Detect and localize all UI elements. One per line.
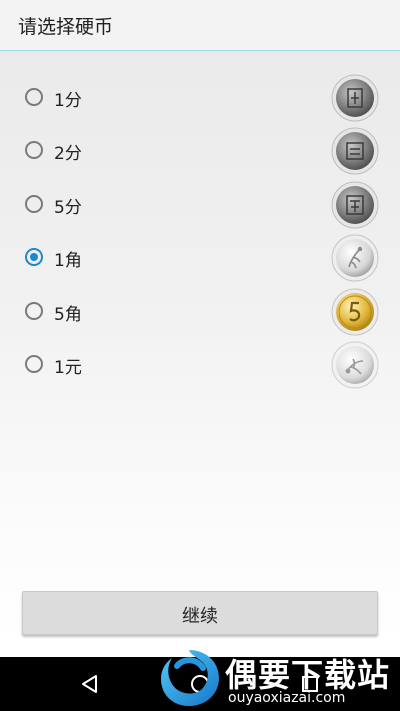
option-label: 2分	[54, 144, 82, 164]
coin-option-2fen[interactable]: 2分	[0, 124, 400, 178]
radio-button[interactable]	[25, 355, 43, 373]
option-label: 1角	[54, 251, 82, 271]
coin-option-1jiao[interactable]: 1角	[0, 231, 400, 285]
coin-option-5fen[interactable]: 5分	[0, 178, 400, 232]
app-header: 请选择硬币	[0, 0, 400, 50]
radio-button-checked[interactable]	[25, 248, 43, 266]
coin-5jiao-icon	[331, 288, 379, 336]
coin-2fen-icon	[331, 127, 379, 175]
coin-1fen-icon	[331, 74, 379, 122]
option-label: 5分	[54, 198, 82, 218]
radio-button[interactable]	[25, 195, 43, 213]
coin-1jiao-icon	[331, 234, 379, 282]
coin-option-1fen[interactable]: 1分	[0, 71, 400, 125]
option-label: 1分	[54, 91, 82, 111]
radio-button[interactable]	[25, 88, 43, 106]
option-label: 5角	[54, 305, 82, 325]
watermark: 偶要下载站 ouyaoxiazai.com	[155, 644, 395, 711]
watermark-url: ouyaoxiazai.com	[228, 690, 346, 706]
coin-1yuan-icon	[331, 341, 379, 389]
coin-5fen-icon	[331, 181, 379, 229]
coin-option-1yuan[interactable]: 1元	[0, 338, 400, 392]
coin-option-5jiao[interactable]: 5角	[0, 285, 400, 339]
option-label: 1元	[54, 358, 82, 378]
radio-button[interactable]	[25, 302, 43, 320]
back-icon[interactable]	[77, 671, 103, 697]
watermark-logo-icon	[161, 650, 219, 706]
page-title: 请选择硬币	[18, 16, 114, 38]
continue-button-label: 继续	[182, 606, 218, 627]
continue-button[interactable]: 继续	[22, 591, 378, 635]
radio-button[interactable]	[25, 141, 43, 159]
